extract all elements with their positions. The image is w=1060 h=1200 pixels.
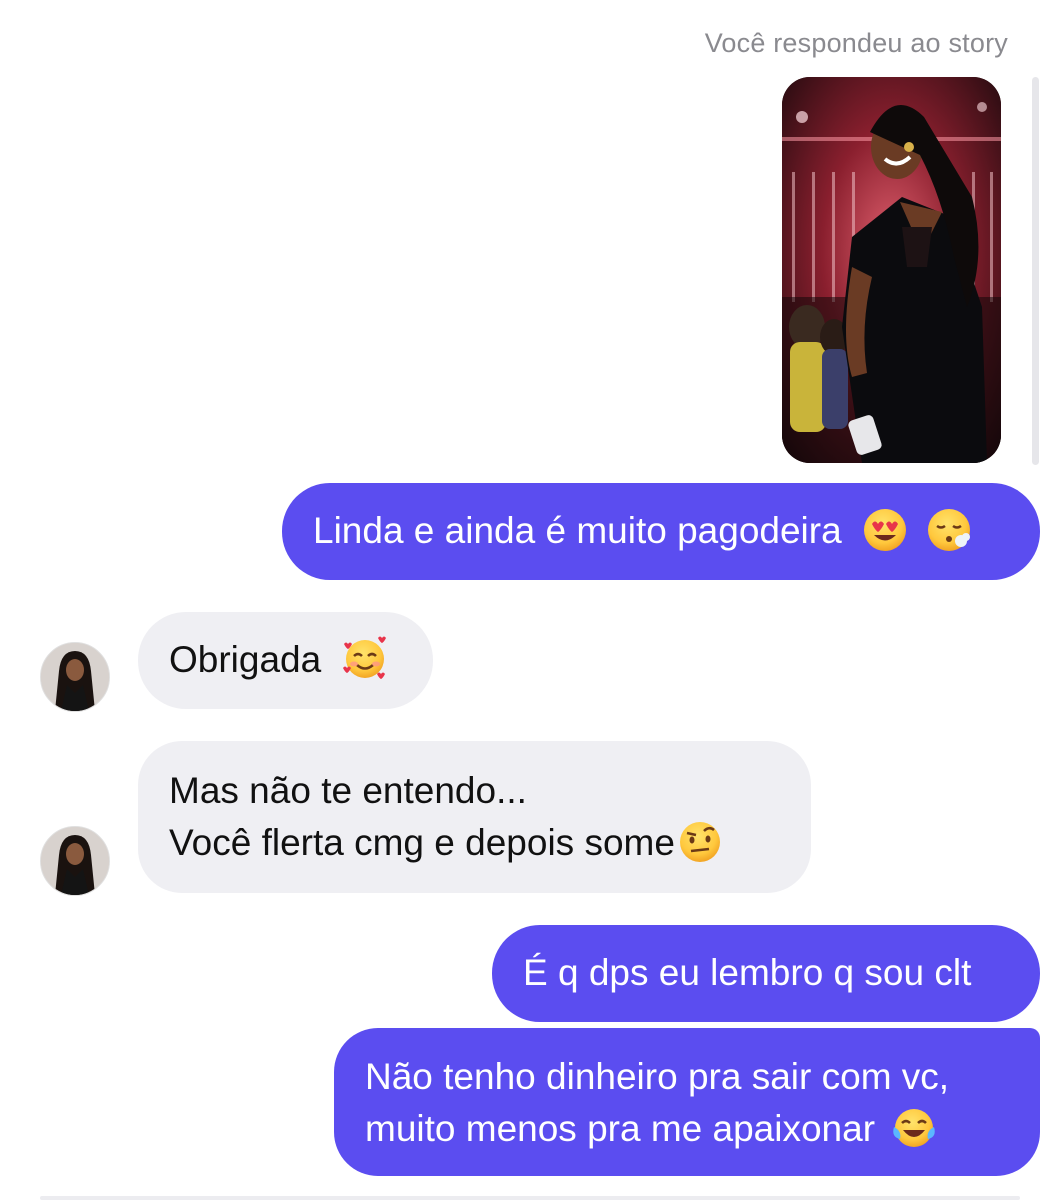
smiling-face-with-hearts-emoji [342, 636, 386, 680]
avatar[interactable] [40, 642, 110, 712]
story-thumbnail[interactable] [782, 77, 1001, 463]
composer-divider [40, 1196, 1020, 1200]
message-bubble-outgoing[interactable]: Não tenho dinheiro pra sair com vc, muit… [334, 1028, 1040, 1176]
message-bubble-outgoing[interactable]: Linda e ainda é muito pagodeira [282, 483, 1040, 580]
message-text-line: Você flerta cmg e depois some [169, 822, 675, 863]
tears-of-joy-emoji [893, 1109, 936, 1148]
face-with-raised-eyebrow-emoji [679, 822, 720, 863]
message-text-line: muito menos pra me apaixonar [365, 1108, 876, 1149]
heart-eyes-emoji [863, 509, 906, 552]
message-bubble-outgoing[interactable]: É q dps eu lembro q sou clt [492, 925, 1040, 1022]
face-exhaling-emoji [928, 509, 971, 552]
message-text-line: Não tenho dinheiro pra sair com vc, [365, 1056, 950, 1097]
message-text: Obrigada [169, 639, 322, 680]
message-text: Linda e ainda é muito pagodeira [313, 510, 842, 551]
reply-indicator-bar [1032, 77, 1039, 465]
message-bubble-incoming[interactable]: Mas não te entendo... Você flerta cmg e … [138, 741, 811, 893]
avatar[interactable] [40, 826, 110, 896]
message-bubble-incoming[interactable]: Obrigada [138, 612, 433, 709]
message-text-line: Mas não te entendo... [169, 770, 527, 811]
story-reply-caption: Você respondeu ao story [704, 28, 1008, 58]
message-text: É q dps eu lembro q sou clt [523, 952, 972, 993]
